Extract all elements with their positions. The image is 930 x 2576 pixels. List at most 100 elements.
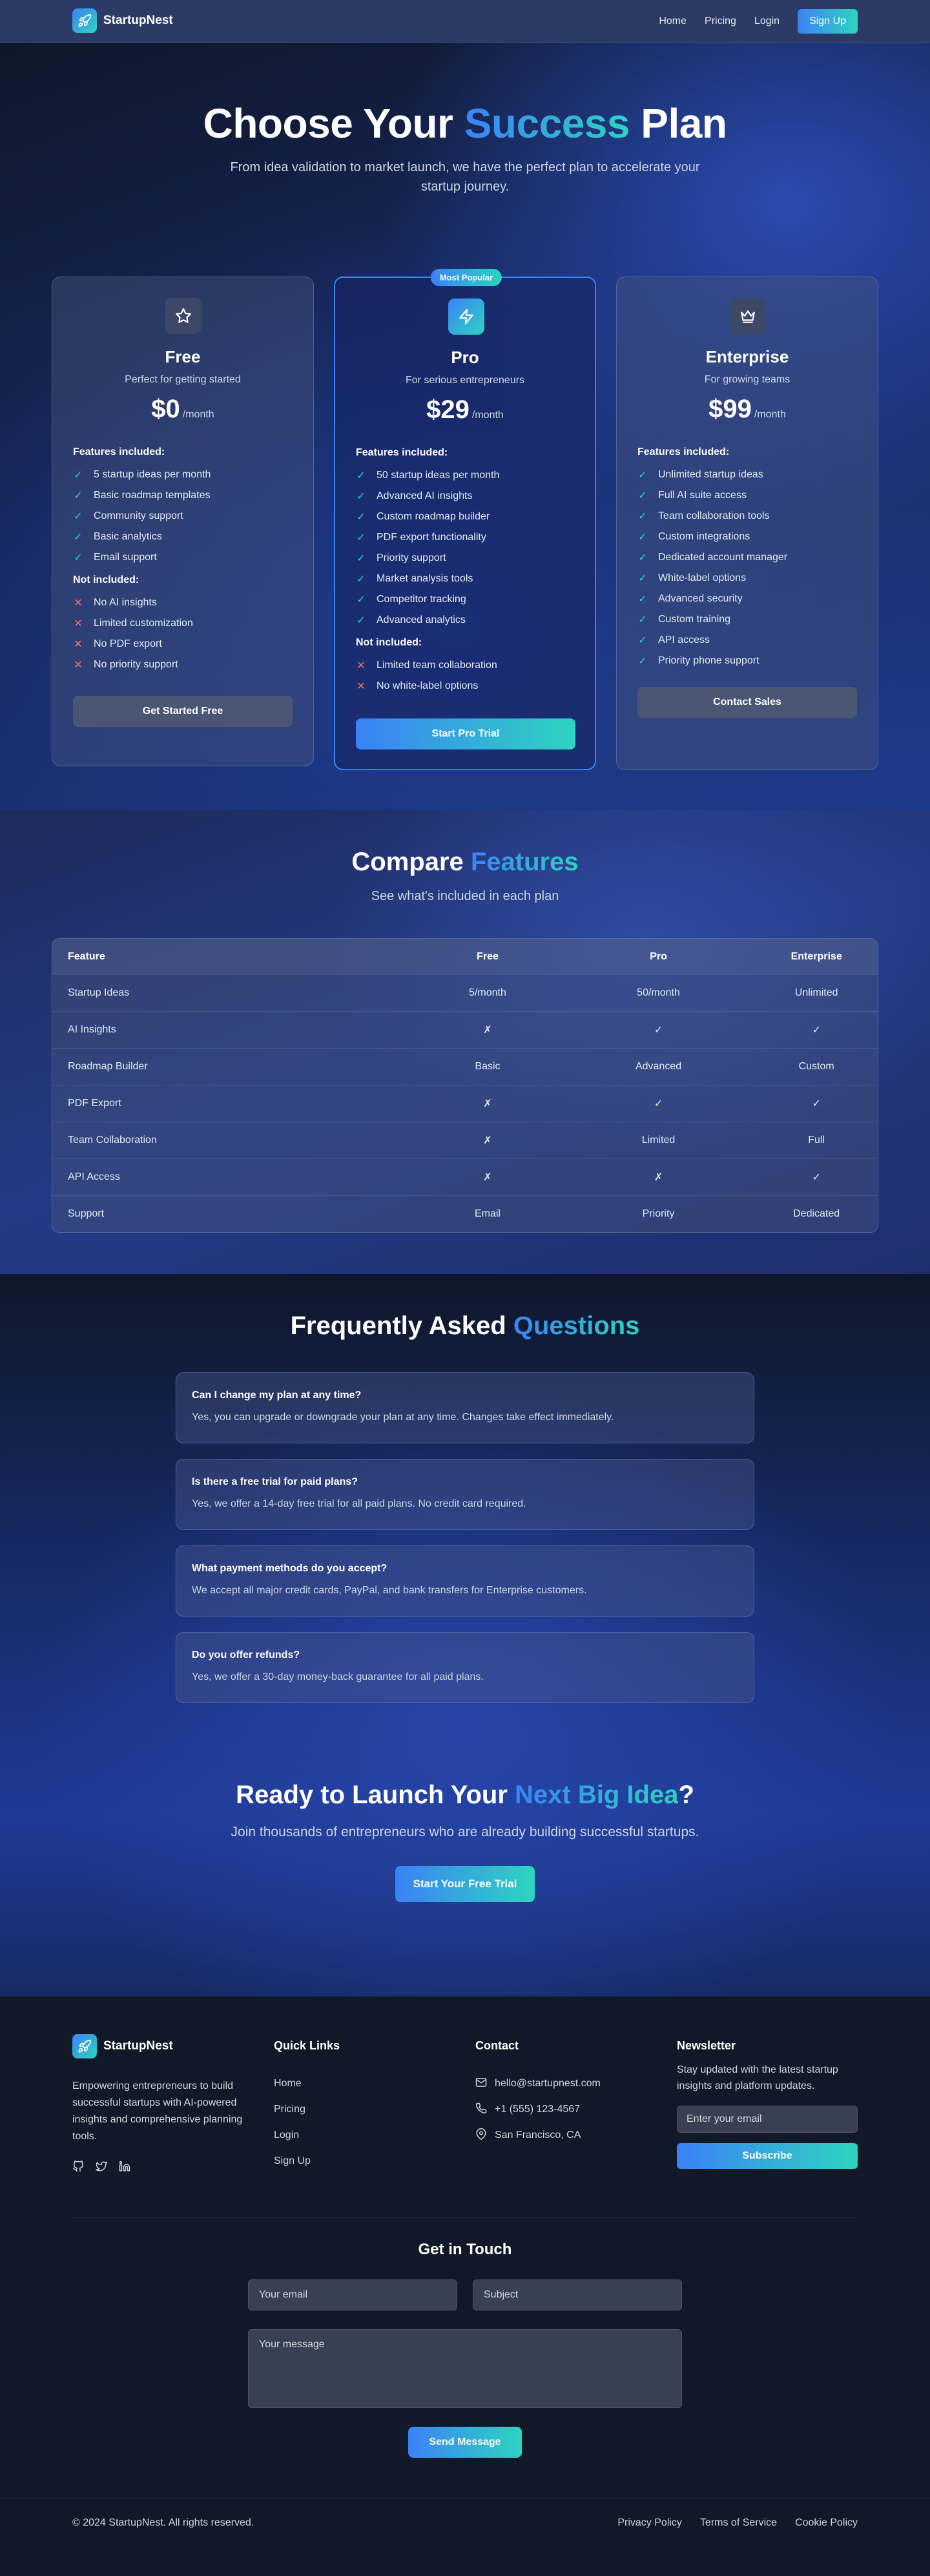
cookie-policy-link[interactable]: Cookie Policy — [795, 2517, 858, 2529]
copyright: © 2024 StartupNest. All rights reserved. — [72, 2517, 254, 2528]
check-icon: ✓ — [638, 532, 647, 543]
price-period: /month — [182, 409, 214, 420]
feature-item: ✓ Market analysis tools — [356, 569, 499, 589]
twitter-icon[interactable] — [96, 2161, 107, 2172]
feature-text: Custom integrations — [658, 531, 750, 542]
page-title: Choose Your Success Plan — [0, 99, 930, 147]
feature-cell: Support — [68, 1208, 105, 1219]
table-row: Team Collaboration ✗ Limited Full — [52, 1122, 878, 1158]
table-row: Startup Ideas 5/month 50/month Unlimited — [52, 974, 878, 1011]
contact-email[interactable]: hello@startupnest.com — [475, 2071, 601, 2097]
plan-name: Free — [165, 347, 201, 366]
pro-cell: ✓ — [654, 1025, 663, 1036]
lightning-icon — [448, 298, 484, 335]
footer-link-signup[interactable]: Sign Up — [274, 2148, 340, 2174]
free-cell: ✗ — [483, 1135, 492, 1146]
top-navbar: StartupNest Home Pricing Login Sign Up — [0, 0, 930, 43]
x-icon: ✕ — [356, 660, 366, 671]
column-header: Free — [477, 950, 499, 962]
check-icon: ✓ — [638, 656, 647, 667]
brand-logo[interactable]: StartupNest — [72, 8, 173, 33]
newsletter-email-input[interactable] — [677, 2106, 858, 2133]
check-icon: ✓ — [74, 490, 83, 501]
title-text: Frequently Asked — [290, 1312, 513, 1340]
check-icon: ✓ — [356, 532, 366, 543]
check-icon: ✓ — [356, 470, 366, 481]
feature-cell: API Access — [68, 1171, 120, 1182]
pro-cell: Limited — [641, 1135, 676, 1146]
feature-text: Full AI suite access — [658, 490, 747, 501]
x-icon: ✕ — [74, 639, 83, 650]
feature-item: ✓ 50 startup ideas per month — [356, 465, 499, 486]
feature-text: Market analysis tools — [377, 573, 473, 584]
privacy-policy-link[interactable]: Privacy Policy — [617, 2517, 682, 2529]
free-cell: Basic — [475, 1061, 501, 1072]
feature-text: Advanced analytics — [377, 614, 466, 625]
feature-text: Priority support — [377, 552, 446, 563]
excluded-item: ✕ No AI insights — [73, 592, 193, 613]
faq-question: Do you offer refunds? — [192, 1649, 300, 1660]
crown-icon — [730, 298, 766, 334]
nav-link-pricing[interactable]: Pricing — [705, 16, 736, 27]
nav-link-home[interactable]: Home — [659, 16, 687, 27]
check-icon: ✓ — [638, 470, 647, 481]
footer-link-home[interactable]: Home — [274, 2071, 340, 2097]
feature-item: ✓ Custom training — [637, 609, 787, 630]
start-free-trial-button[interactable]: Start Your Free Trial — [395, 1866, 535, 1902]
footer: StartupNest Empowering entrepreneurs to … — [0, 1996, 930, 2576]
get-started-free-button[interactable]: Get Started Free — [73, 696, 293, 727]
included-features-list: ✓ Unlimited startup ideas ✓ Full AI suite … — [637, 465, 787, 671]
footer-brand-logo[interactable]: StartupNest — [72, 2034, 173, 2058]
pro-cell: Priority — [642, 1208, 675, 1219]
footer-link-pricing[interactable]: Pricing — [274, 2097, 340, 2122]
compare-features-section: Compare Features See what's included in … — [0, 810, 930, 1274]
title-text-end: Plan — [629, 100, 727, 147]
contact-subject-input[interactable] — [473, 2279, 682, 2310]
check-icon: ✓ — [356, 491, 366, 502]
send-message-button[interactable]: Send Message — [408, 2427, 522, 2458]
price-amount: $99 — [708, 395, 752, 423]
faq-question: What payment methods do you accept? — [192, 1563, 388, 1574]
pro-cell: ✓ — [654, 1098, 663, 1109]
faq-item[interactable]: Do you offer refunds? Yes, we offer a 30… — [176, 1632, 754, 1703]
github-icon[interactable] — [72, 2161, 84, 2172]
faq-item[interactable]: Can I change my plan at any time? Yes, y… — [176, 1372, 754, 1443]
feature-item: ✓ PDF export functionality — [356, 527, 499, 548]
title-text: Compare — [351, 848, 471, 876]
compare-title: Compare Features — [0, 848, 930, 877]
linkedin-icon[interactable] — [119, 2161, 130, 2172]
feature-cell: Team Collaboration — [68, 1135, 157, 1146]
feature-text: API access — [658, 634, 710, 645]
price-amount: $29 — [426, 395, 470, 424]
contact-email-input[interactable] — [248, 2279, 457, 2310]
enterprise-cell: Dedicated — [793, 1208, 840, 1219]
newsletter-column: Newsletter Stay updated with the latest … — [677, 2039, 930, 2169]
title-text: Choose Your — [203, 100, 464, 147]
footer-link-login[interactable]: Login — [274, 2122, 340, 2148]
check-icon: ✓ — [74, 552, 83, 563]
start-pro-trial-button[interactable]: Start Pro Trial — [356, 718, 575, 749]
feature-text: White-label options — [658, 572, 747, 583]
contact-column: Contact hello@startupnest.com +1 (555) 1… — [475, 2039, 601, 2148]
subscribe-button[interactable]: Subscribe — [677, 2143, 858, 2169]
footer-divider — [72, 2217, 858, 2218]
column-header: Pro — [650, 950, 667, 962]
faq-item[interactable]: Is there a free trial for paid plans? Ye… — [176, 1459, 754, 1530]
feature-text: Dedicated account manager — [658, 552, 788, 563]
feature-item: ✓ Unlimited startup ideas — [637, 465, 787, 485]
features-included-heading: Features included: — [356, 447, 448, 458]
faq-item[interactable]: What payment methods do you accept? We a… — [176, 1545, 754, 1617]
plan-card-pro: Most Popular Pro For serious entrepreneu… — [334, 269, 596, 770]
feature-text: Advanced AI insights — [377, 490, 473, 501]
feature-cell: Startup Ideas — [68, 987, 130, 998]
table-row: AI Insights ✗ ✓ ✓ — [52, 1011, 878, 1048]
excluded-features-list: ✕ No AI insights ✕ Limited customization ✕… — [73, 592, 193, 675]
terms-of-service-link[interactable]: Terms of Service — [700, 2517, 777, 2529]
contact-message-input[interactable] — [248, 2329, 682, 2408]
excluded-item: ✕ Limited team collaboration — [356, 655, 497, 676]
signup-button[interactable]: Sign Up — [798, 9, 858, 34]
nav-link-login[interactable]: Login — [754, 16, 780, 27]
contact-sales-button[interactable]: Contact Sales — [637, 687, 857, 718]
contact-phone[interactable]: +1 (555) 123-4567 — [475, 2097, 601, 2122]
feature-text: Community support — [94, 510, 183, 521]
